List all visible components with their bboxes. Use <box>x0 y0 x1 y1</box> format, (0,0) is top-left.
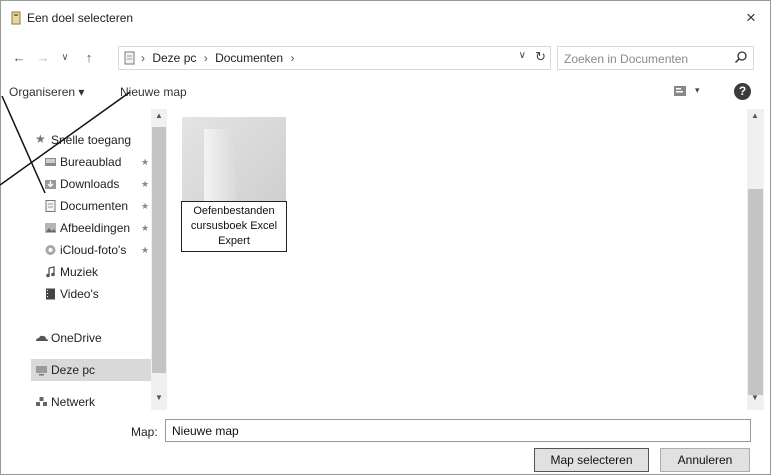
folder-view-scrollbar[interactable]: ▲ ▼ <box>747 109 764 410</box>
icloud-photos-icon <box>45 245 56 255</box>
navigation-pane-scrollbar[interactable]: ▲ ▼ <box>151 109 167 410</box>
title-bar: Een doel selecteren × <box>1 1 770 35</box>
folder-field-label: Map: <box>131 425 158 439</box>
sidebar-item-label: Snelle toegang <box>51 133 132 147</box>
cancel-button[interactable]: Annuleren <box>660 448 750 472</box>
sidebar-item-icloud-fotos[interactable]: iCloud-foto's ★ <box>31 239 151 261</box>
folder-name[interactable]: Oefenbestanden cursusboek Excel Expert <box>181 201 287 252</box>
new-folder-button[interactable]: Nieuwe map <box>120 85 187 99</box>
desktop-icon <box>45 158 56 166</box>
sidebar-item-label: Bureaublad <box>60 155 122 169</box>
breadcrumb-separator: › <box>141 51 145 65</box>
search-input[interactable] <box>564 50 724 67</box>
scroll-up-icon[interactable]: ▲ <box>151 111 167 125</box>
navigation-bar: ← → ∨ ↑ › Deze pc › Documenten › ∨ ↻ <box>1 45 770 71</box>
folder-icon <box>11 11 21 25</box>
scroll-down-icon[interactable]: ▼ <box>747 393 763 407</box>
select-folder-button[interactable]: Map selecteren <box>534 448 649 472</box>
star-icon: ★ <box>35 132 46 146</box>
sidebar-item-label: OneDrive <box>51 331 102 345</box>
view-options-icon[interactable] <box>673 85 687 97</box>
content-area: ★ Snelle toegang Bureaublad ★ Downloads … <box>1 109 770 410</box>
sidebar-item-label: Deze pc <box>51 363 96 377</box>
help-icon[interactable]: ? <box>734 83 751 100</box>
pin-icon: ★ <box>141 245 150 255</box>
window-title: Een doel selecteren <box>27 11 134 25</box>
documents-icon <box>45 200 56 212</box>
folder-thumbnail <box>182 117 286 205</box>
breadcrumb-documenten[interactable]: Documenten <box>215 51 283 65</box>
sidebar-item-label: iCloud-foto's <box>60 243 127 257</box>
sidebar-item-label: Downloads <box>60 177 120 191</box>
scroll-up-icon[interactable]: ▲ <box>747 111 763 125</box>
command-bar: Organiseren ▾ Nieuwe map ▾ ? <box>1 81 770 105</box>
sidebar-item-afbeeldingen[interactable]: Afbeeldingen ★ <box>31 217 151 239</box>
folder-item[interactable]: Oefenbestanden cursusboek Excel Expert <box>181 117 287 257</box>
search-icon[interactable] <box>734 50 748 64</box>
downloads-icon <box>45 180 56 189</box>
pin-icon: ★ <box>141 179 150 189</box>
music-icon <box>46 266 55 278</box>
pc-icon <box>36 366 47 376</box>
close-button[interactable]: × <box>738 5 764 31</box>
sidebar-item-deze-pc[interactable]: Deze pc <box>31 359 151 381</box>
sidebar-item-downloads[interactable]: Downloads ★ <box>31 173 151 195</box>
folder-view: Oefenbestanden cursusboek Excel Expert <box>169 109 747 410</box>
pictures-icon <box>45 223 56 233</box>
sidebar-item-label: Netwerk <box>51 395 96 409</box>
folder-thumbnail-flap <box>204 129 236 205</box>
onedrive-icon <box>36 335 48 341</box>
scroll-down-icon[interactable]: ▼ <box>151 393 167 407</box>
search-box[interactable] <box>557 46 754 70</box>
breadcrumb: › Deze pc › Documenten › <box>141 51 298 65</box>
sidebar-item-onedrive[interactable]: OneDrive <box>31 327 151 349</box>
breadcrumb-deze-pc[interactable]: Deze pc <box>152 51 196 65</box>
sidebar-item-snelle-toegang[interactable]: ★ Snelle toegang <box>31 129 151 151</box>
select-target-dialog: Een doel selecteren × ← → ∨ ↑ › Deze pc … <box>0 0 771 475</box>
network-icon <box>36 397 47 406</box>
organize-menu-button[interactable]: Organiseren ▾ <box>9 85 84 99</box>
pin-icon: ★ <box>141 223 150 233</box>
address-bar[interactable]: › Deze pc › Documenten › ∨ ↻ <box>118 46 551 70</box>
folder-name-input[interactable] <box>165 419 751 442</box>
sidebar-item-label: Documenten <box>60 199 129 213</box>
back-button[interactable]: ← <box>9 48 29 68</box>
scrollbar-thumb[interactable] <box>152 127 166 373</box>
sidebar-item-documenten[interactable]: Documenten ★ <box>31 195 151 217</box>
sidebar-item-videos[interactable]: Video's <box>31 283 151 305</box>
breadcrumb-separator[interactable]: › <box>290 51 294 65</box>
address-dropdown-icon[interactable]: ∨ <box>519 50 526 61</box>
breadcrumb-separator: › <box>203 51 208 65</box>
forward-button[interactable]: → <box>33 48 53 68</box>
navigation-pane: ★ Snelle toegang Bureaublad ★ Downloads … <box>31 109 165 410</box>
sidebar-item-label: Video's <box>60 287 99 301</box>
pin-icon: ★ <box>141 201 150 211</box>
sidebar-item-label: Afbeeldingen <box>60 221 131 235</box>
sidebar-item-label: Muziek <box>60 265 99 279</box>
up-button[interactable]: ↑ <box>79 48 99 68</box>
sidebar-item-muziek[interactable]: Muziek <box>31 261 151 283</box>
documents-location-icon <box>124 51 135 65</box>
recent-locations-button[interactable]: ∨ <box>57 48 73 68</box>
sidebar-item-netwerk[interactable]: Netwerk <box>31 391 151 410</box>
pin-icon: ★ <box>141 157 150 167</box>
view-dropdown-icon[interactable]: ▾ <box>695 85 700 96</box>
videos-icon <box>46 288 55 300</box>
scrollbar-thumb[interactable] <box>748 189 763 395</box>
refresh-icon[interactable]: ↻ <box>535 49 546 65</box>
sidebar-item-bureaublad[interactable]: Bureaublad ★ <box>31 151 151 173</box>
